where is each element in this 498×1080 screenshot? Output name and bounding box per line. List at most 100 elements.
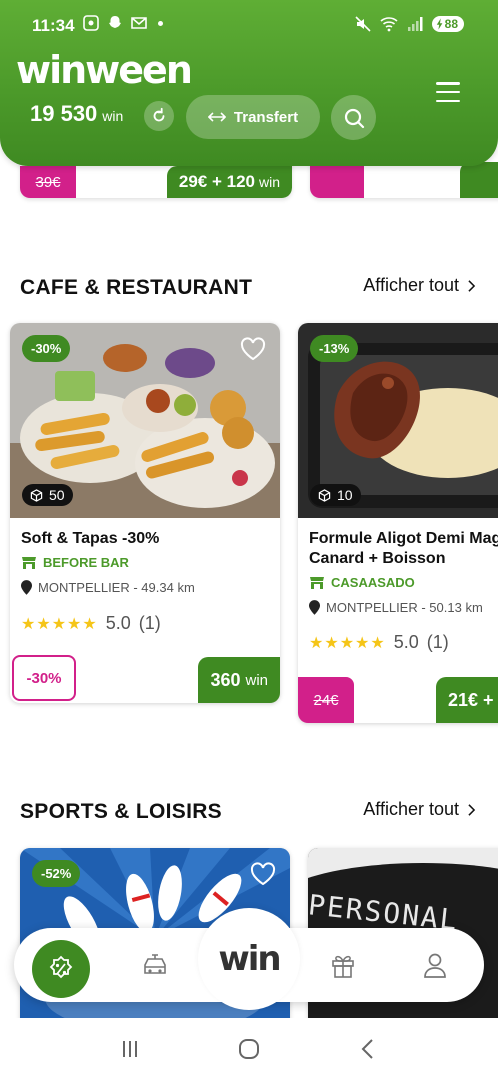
stock-count: 10 [337, 487, 353, 503]
location-text: MONTPELLIER - 49.34 km [38, 580, 195, 595]
balance-unit: win [102, 108, 124, 124]
chevron-right-icon [468, 803, 476, 816]
offer-title-line: Canard + Boisson [309, 550, 446, 567]
see-all-cafe[interactable]: Afficher tout [363, 275, 476, 296]
rating-value: 5.0 [393, 632, 419, 652]
vendor: CASAASADO [309, 575, 415, 590]
refresh-icon [153, 107, 165, 122]
gift-icon [332, 955, 354, 978]
system-navigation-bar [0, 1018, 498, 1080]
transfer-button[interactable]: Transfert [186, 95, 320, 139]
price-value: 29€ + 120 [178, 172, 255, 191]
discount-badge: -30% [22, 335, 71, 362]
stock-badge: 10 [310, 484, 361, 506]
offer-title-line: Formule Aligot Demi Mag [309, 530, 498, 547]
rating-stars-icon: ★★★★★ [21, 615, 98, 633]
balance-value: 19 530 [30, 101, 98, 126]
search-button[interactable] [331, 95, 376, 140]
nav-gifts[interactable] [313, 928, 373, 1002]
chevron-right-icon [468, 279, 476, 292]
battery-indicator: 88 [431, 16, 464, 32]
nav-profile[interactable] [405, 928, 465, 1002]
see-all-label: Afficher tout [363, 275, 459, 295]
offer-title: Formule Aligot Demi Mag Canard + Boisson [309, 529, 498, 569]
old-price: 24€ [298, 677, 354, 723]
see-all-label: Afficher tout [363, 799, 459, 819]
discount-badge-icon [49, 955, 73, 979]
old-price: 39€ [20, 166, 76, 198]
discount-tag: -30% [12, 655, 76, 701]
location: MONTPELLIER - 49.34 km [21, 580, 195, 595]
app-screen: 11:34 88 winween 19 530 win Transfert 39… [0, 0, 498, 1080]
nav-offers-active[interactable] [32, 940, 90, 998]
rating-count: (1) [138, 613, 161, 633]
rating: ★★★★★ 5.0 (1) [21, 613, 161, 634]
signal-icon [407, 17, 423, 31]
user-profile-icon [424, 953, 446, 978]
status-notification-icons [82, 14, 163, 32]
menu-bar-icon [436, 99, 460, 102]
discount-badge: -52% [32, 860, 81, 887]
vendor: BEFORE BAR [21, 555, 129, 570]
header: 11:34 88 winween 19 530 win Transfert [0, 0, 498, 166]
price-value: 360 [210, 669, 241, 690]
discount-badge: -13% [310, 335, 359, 362]
rating-count: (1) [426, 632, 449, 652]
menu-bar-icon [436, 90, 460, 94]
offer-title: Soft & Tapas -30% [21, 530, 160, 547]
store-icon [22, 556, 36, 569]
stock-badge: 50 [22, 484, 73, 506]
price-value: 21€ + [448, 689, 494, 710]
app-logo: winween [16, 48, 193, 92]
location-pin-icon [21, 580, 32, 595]
rating: ★★★★★ 5.0 (1) [309, 632, 449, 653]
vendor-name: BEFORE BAR [43, 555, 129, 570]
section-title-sports: SPORTS & LOISIRS [20, 800, 222, 823]
price-tag: 360 win [198, 657, 280, 703]
price-tag: 21€ + [436, 677, 498, 723]
status-dot [158, 20, 163, 26]
win-balance: 19 530 win [30, 101, 123, 127]
mute-icon [355, 16, 371, 32]
location-pin-icon [309, 600, 320, 615]
price-tag [460, 162, 498, 198]
rating-value: 5.0 [105, 613, 131, 633]
transfer-label: Transfert [233, 108, 299, 126]
menu-bar-icon [436, 82, 460, 85]
battery-charging-icon [436, 18, 443, 30]
menu-button[interactable] [436, 82, 460, 102]
offer-card[interactable]: -13% 10 Formule Aligot Demi Mag Canard +… [298, 323, 498, 723]
snapchat-icon [109, 16, 121, 28]
nav-services[interactable] [125, 928, 185, 1002]
car-service-icon [144, 954, 166, 974]
home-icon[interactable] [237, 1037, 261, 1061]
refresh-balance-button[interactable] [144, 101, 174, 131]
old-price-tag [310, 162, 364, 198]
mail-icon [131, 17, 147, 29]
recent-apps-icon[interactable] [118, 1037, 142, 1061]
search-icon [344, 108, 364, 128]
offer-card[interactable]: -30% 50 Soft & Tapas -30% BEFORE BAR MON… [10, 323, 280, 703]
package-icon [30, 488, 43, 502]
favorite-heart-icon[interactable] [250, 862, 276, 886]
favorite-heart-icon[interactable] [240, 337, 266, 361]
offer-image: -13% 10 [298, 323, 498, 518]
transfer-arrows-icon [207, 112, 226, 122]
store-icon [310, 576, 324, 589]
location: MONTPELLIER - 50.13 km [309, 600, 483, 615]
price-tag: 29€ + 120 win [166, 166, 292, 198]
status-time: 11:34 [32, 16, 75, 35]
package-icon [318, 488, 331, 502]
wifi-icon [380, 17, 398, 32]
battery-level: 88 [444, 17, 458, 31]
nav-win-home[interactable]: win [198, 908, 300, 1010]
location-text: MONTPELLIER - 50.13 km [326, 600, 483, 615]
see-all-sports[interactable]: Afficher tout [363, 799, 476, 820]
screenshot-icon [83, 15, 99, 31]
price-unit: win [258, 174, 280, 190]
vendor-name: CASAASADO [331, 575, 415, 590]
back-icon[interactable] [356, 1037, 380, 1061]
price-unit: win [245, 671, 268, 689]
section-title-cafe: CAFE & RESTAURANT [20, 276, 253, 299]
rating-stars-icon: ★★★★★ [309, 634, 386, 652]
